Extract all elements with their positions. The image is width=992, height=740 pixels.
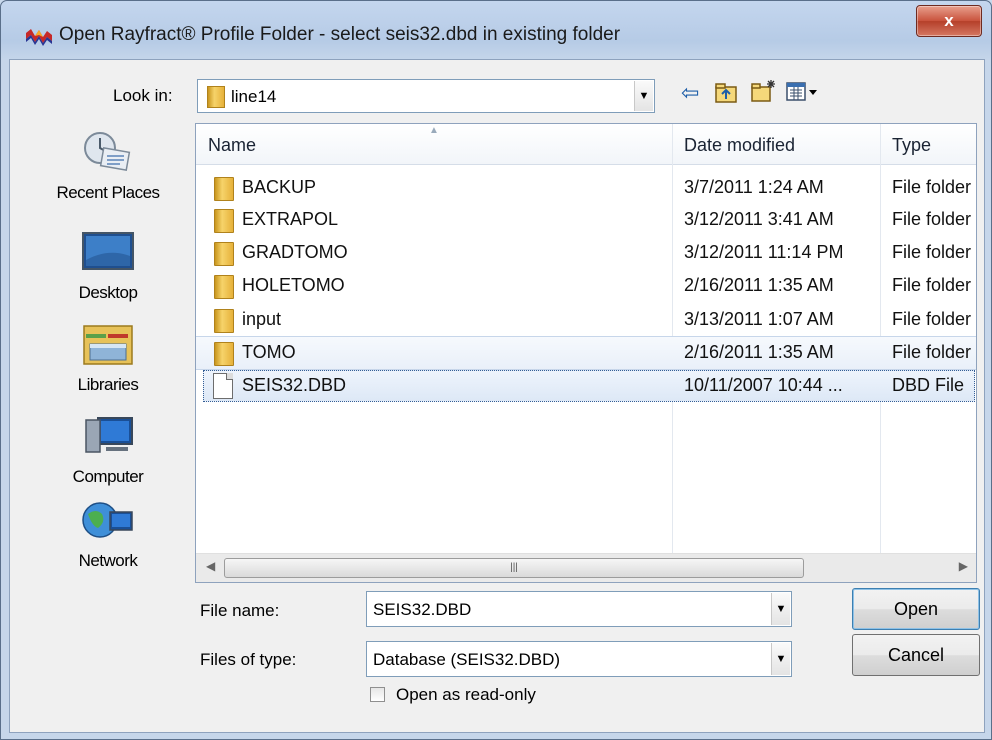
libraries-icon xyxy=(83,325,133,365)
look-in-combobox[interactable]: line14 ▼ xyxy=(197,79,655,113)
file-date: 2/16/2011 1:35 AM xyxy=(684,342,834,362)
file-name: BACKUP xyxy=(242,177,317,197)
look-in-value: line14 xyxy=(231,87,277,106)
file-type: File folder xyxy=(892,309,972,329)
folder-icon xyxy=(214,209,234,233)
scroll-left-icon[interactable]: ◀ xyxy=(206,559,215,573)
file-type-label: Files of type: xyxy=(200,650,296,670)
back-arrow-icon[interactable]: ⇦ xyxy=(681,80,699,106)
network-icon xyxy=(82,502,133,538)
file-type: File folder xyxy=(892,209,972,229)
file-list[interactable]: ▲ Name Date modified Type BACKUP 3/7/201… xyxy=(195,123,977,583)
list-item-backup[interactable]: BACKUP 3/7/2011 1:24 AM File folder xyxy=(196,172,976,204)
file-name: SEIS32.DBD xyxy=(242,375,347,395)
look-in-label-text: Look in: xyxy=(113,86,173,105)
file-name: EXTRAPOL xyxy=(242,209,339,229)
scroll-right-icon[interactable]: ▶ xyxy=(959,559,968,573)
place-label: Recent Places xyxy=(56,183,160,202)
file-date: 3/12/2011 11:14 PM xyxy=(684,242,844,262)
folder-icon xyxy=(214,309,234,333)
folder-icon xyxy=(214,275,234,299)
place-label: Desktop xyxy=(78,283,138,302)
look-in-label: Look in: xyxy=(113,86,173,106)
dialog-client-area: Look in: line14 ▼ ⇦ Recent Places Deskto… xyxy=(9,59,985,733)
file-name-input[interactable]: SEIS32.DBD xyxy=(373,600,471,620)
file-name-label: File name: xyxy=(200,601,279,621)
column-header-date-modified[interactable]: Date modified xyxy=(684,135,795,156)
rayfract-app-icon xyxy=(26,29,52,46)
file-date: 3/12/2011 3:41 AM xyxy=(684,209,834,229)
file-date: 3/13/2011 1:07 AM xyxy=(684,309,834,329)
place-computer[interactable]: Computer xyxy=(32,414,184,487)
recent-places-icon xyxy=(84,132,131,171)
file-type: DBD File xyxy=(892,375,965,395)
cancel-button[interactable]: Cancel xyxy=(852,634,980,676)
column-header-type[interactable]: Type xyxy=(892,135,931,156)
file-date: 3/7/2011 1:24 AM xyxy=(684,177,824,197)
title-bar[interactable]: Open Rayfract® Profile Folder - select s… xyxy=(1,1,991,59)
file-type: File folder xyxy=(892,242,972,262)
up-folder-icon[interactable] xyxy=(714,82,738,104)
desktop-icon xyxy=(82,232,134,270)
place-recent-places[interactable]: Recent Places xyxy=(32,130,184,203)
file-type: File folder xyxy=(892,177,972,197)
place-label: Computer xyxy=(72,467,144,486)
file-type-combobox[interactable]: Database (SEIS32.DBD) ▼ xyxy=(366,641,792,677)
list-item-extrapol[interactable]: EXTRAPOL 3/12/2011 3:41 AM File folder xyxy=(196,204,976,236)
list-item-input[interactable]: input 3/13/2011 1:07 AM File folder xyxy=(196,304,976,336)
read-only-label[interactable]: Open as read-only xyxy=(396,685,536,705)
place-network[interactable]: Network xyxy=(32,498,184,571)
read-only-checkbox[interactable] xyxy=(370,687,385,702)
folder-icon xyxy=(214,177,234,201)
file-name: GRADTOMO xyxy=(242,242,348,262)
open-button[interactable]: Open xyxy=(852,588,980,630)
file-type-value: Database (SEIS32.DBD) xyxy=(373,650,561,669)
scrollbar-thumb[interactable]: ||| xyxy=(224,558,804,578)
file-icon xyxy=(213,373,233,399)
window-title: Open Rayfract® Profile Folder - select s… xyxy=(59,24,621,45)
close-button[interactable]: x xyxy=(916,5,982,37)
file-name: HOLETOMO xyxy=(242,275,345,295)
new-folder-icon[interactable] xyxy=(750,78,778,104)
file-name-combobox[interactable]: SEIS32.DBD ▼ xyxy=(366,591,792,627)
horizontal-scrollbar[interactable]: ◀ ||| ▶ xyxy=(196,553,976,582)
file-type: File folder xyxy=(892,342,972,362)
file-date: 2/16/2011 1:35 AM xyxy=(684,275,834,295)
folder-icon xyxy=(207,86,225,108)
column-header-name[interactable]: Name xyxy=(208,135,256,156)
list-item-gradtomo[interactable]: GRADTOMO 3/12/2011 11:14 PM File folder xyxy=(196,237,976,269)
file-type: File folder xyxy=(892,275,972,295)
list-item-seis32-dbd[interactable]: SEIS32.DBD 10/11/2007 10:44 ... DBD File xyxy=(196,370,976,402)
place-label: Network xyxy=(78,551,138,570)
folder-icon xyxy=(214,342,234,366)
file-name: input xyxy=(242,309,282,329)
place-libraries[interactable]: Libraries xyxy=(32,322,184,395)
file-date: 10/11/2007 10:44 ... xyxy=(684,375,843,395)
file-name: TOMO xyxy=(242,342,296,362)
file-name-label-text: File name: xyxy=(200,601,280,620)
place-label: Libraries xyxy=(77,375,139,394)
list-header: ▲ Name Date modified Type xyxy=(196,124,976,165)
chevron-down-icon[interactable]: ▼ xyxy=(634,81,653,111)
place-desktop[interactable]: Desktop xyxy=(32,230,184,303)
sort-ascending-icon: ▲ xyxy=(429,125,439,136)
list-item-holetomo[interactable]: HOLETOMO 2/16/2011 1:35 AM File folder xyxy=(196,270,976,302)
view-menu-icon[interactable] xyxy=(786,82,820,102)
file-type-label-text: Files of type: xyxy=(200,650,297,669)
list-item-tomo[interactable]: TOMO 2/16/2011 1:35 AM File folder xyxy=(196,336,976,370)
open-dialog-window: Open Rayfract® Profile Folder - select s… xyxy=(0,0,992,740)
folder-icon xyxy=(214,242,234,266)
computer-icon xyxy=(85,417,133,453)
chevron-down-icon[interactable]: ▼ xyxy=(771,643,790,675)
chevron-down-icon[interactable]: ▼ xyxy=(771,593,790,625)
